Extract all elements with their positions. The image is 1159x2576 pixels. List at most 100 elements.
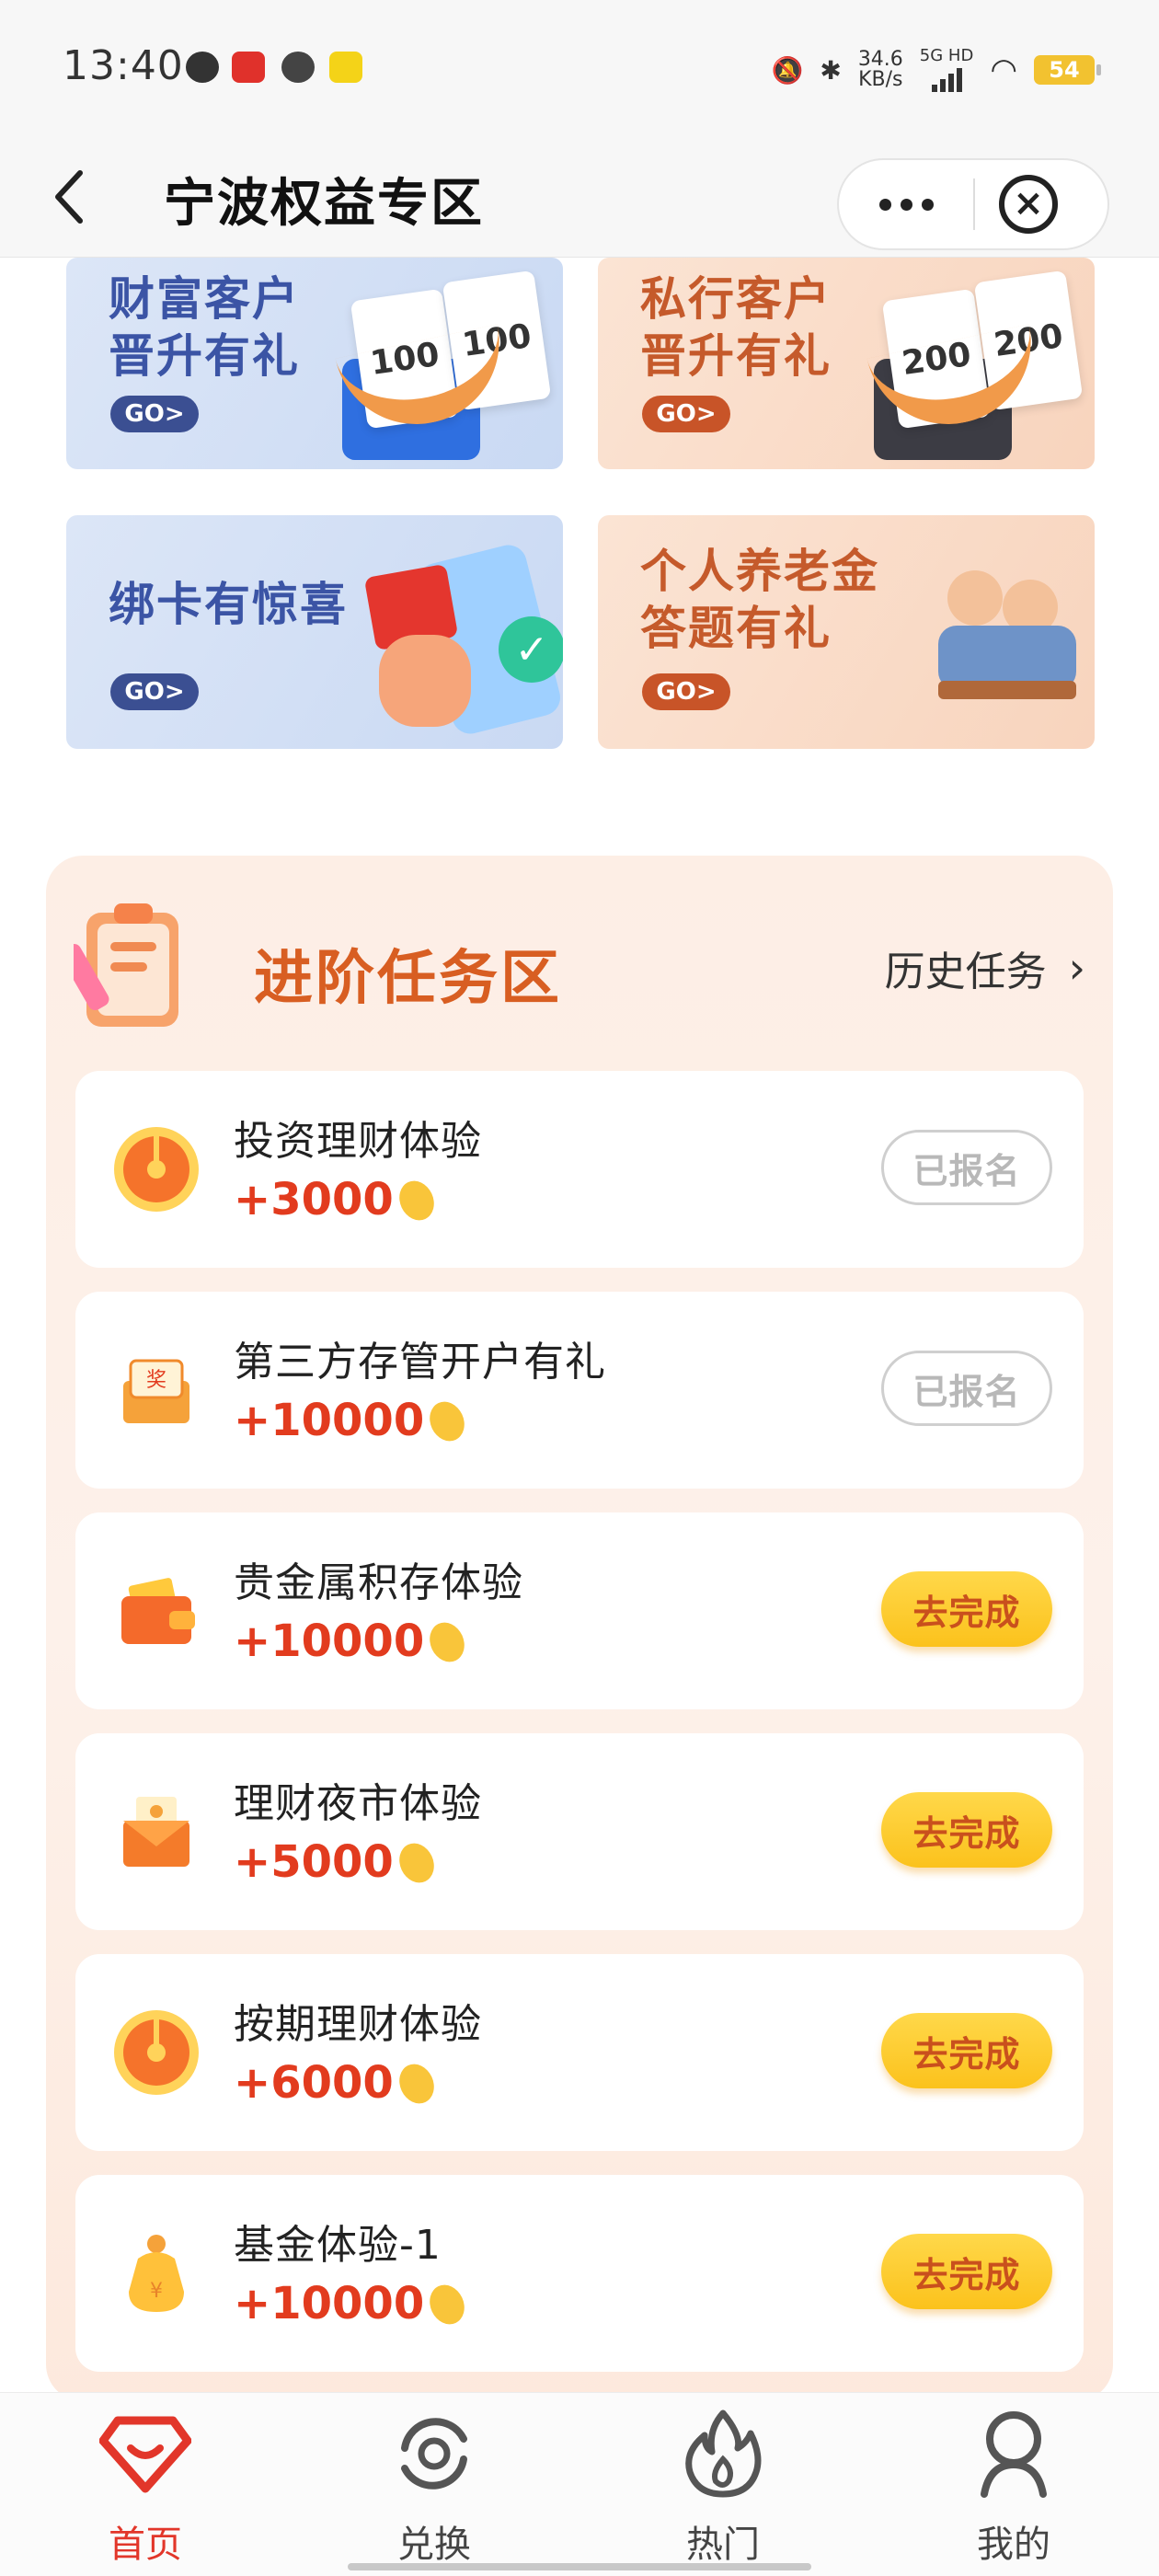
- status-right: 🔕 ✱ 34.6 KB/s 5G HD ◠ 54: [771, 48, 1101, 92]
- more-button[interactable]: [839, 160, 973, 248]
- signal-5g: 5G HD: [920, 48, 973, 92]
- chevron-right-icon: ›: [1068, 943, 1085, 993]
- task-reward: +5000: [234, 1836, 436, 1888]
- task-reward: +10000: [234, 1616, 466, 1667]
- gold-bean-icon: [399, 1843, 434, 1883]
- user-icon: [981, 2411, 1047, 2498]
- task-name: 基金体验-1: [234, 2222, 442, 2269]
- task-name: 第三方存管开户有礼: [234, 1339, 606, 1386]
- tab-hot[interactable]: 热门: [631, 2408, 815, 2573]
- history-tasks-link[interactable]: 历史任务 ›: [885, 938, 1085, 997]
- task-reward: +10000: [234, 2278, 466, 2329]
- banner-title-line1: 私行客户: [640, 272, 832, 326]
- task-reward: +10000: [234, 1395, 466, 1446]
- reward-amount: +10000: [234, 2278, 425, 2329]
- net-speed-value: 34.6: [857, 48, 903, 71]
- task-reward: +6000: [234, 2057, 436, 2109]
- banner-title-line2: 晋升有礼: [109, 329, 300, 383]
- more-dot: [921, 198, 934, 211]
- battery-icon: 54: [1034, 55, 1101, 85]
- banner-go-button[interactable]: GO>: [110, 673, 199, 710]
- exchange-icon: [401, 2418, 467, 2490]
- page-title: 宁波权益专区: [164, 174, 484, 234]
- net-speed-unit: KB/s: [858, 68, 903, 91]
- task-reward: +3000: [234, 1174, 436, 1225]
- banner-title-line2: 答题有礼: [640, 602, 832, 655]
- gold-bean-icon: [430, 1622, 465, 1662]
- banner-go-button[interactable]: GO>: [642, 396, 730, 432]
- banner-title-line2: 晋升有礼: [640, 329, 832, 383]
- close-button[interactable]: ×: [999, 175, 1058, 234]
- bluetooth-icon: ✱: [820, 54, 842, 86]
- task-name: 理财夜市体验: [234, 1780, 482, 1827]
- reward-amount: +6000: [234, 2057, 394, 2109]
- go-complete-button[interactable]: 去完成: [881, 2234, 1052, 2309]
- wechat-icon: [281, 52, 315, 83]
- task-card: 理财夜市体验 +5000 去完成: [75, 1733, 1084, 1930]
- advanced-task-section: 进阶任务区 历史任务 › 投资理财体验 +3000 已报名 奖 第三方存管开户有…: [46, 856, 1113, 2401]
- nav-bar: 宁波权益专区 ×: [0, 138, 1159, 258]
- go-complete-button[interactable]: 去完成: [881, 2013, 1052, 2088]
- envelope-icon: [123, 1797, 189, 1867]
- checkmark-icon: ✓: [499, 616, 563, 683]
- gold-bean-icon: [399, 1180, 434, 1221]
- tab-label: 首页: [109, 2524, 182, 2566]
- flame-icon: [685, 2409, 762, 2498]
- tab-label: 兑换: [397, 2524, 471, 2566]
- more-dot: [900, 198, 912, 211]
- wallet-icon: [121, 1578, 195, 1644]
- mini-program-capsule: ×: [837, 158, 1109, 250]
- gold-bean-icon: [430, 2284, 465, 2325]
- message-bubble-icon: [186, 52, 219, 83]
- section-title: 进阶任务区: [254, 945, 562, 1013]
- svg-text:奖: 奖: [146, 1369, 166, 1392]
- net-speed: 34.6 KB/s: [858, 50, 903, 90]
- home-diamond-icon: [99, 2416, 191, 2493]
- banner-go-button[interactable]: GO>: [642, 673, 730, 710]
- reward-amount: +5000: [234, 1836, 394, 1888]
- svg-text:¥: ¥: [150, 2280, 163, 2303]
- bottom-tab-bar: 首页 兑换 热门 我的: [0, 2392, 1159, 2576]
- registered-button[interactable]: 已报名: [881, 1130, 1052, 1205]
- reward-amount: +10000: [234, 1616, 425, 1667]
- task-card: 按期理财体验 +6000 去完成: [75, 1954, 1084, 2151]
- banner-private-upgrade[interactable]: 私行客户 晋升有礼 GO> 200 200: [598, 258, 1095, 469]
- yellow-app-icon: [329, 52, 362, 83]
- status-bar: 13:40 🔕 ✱ 34.6 KB/s 5G HD ◠ 54: [0, 0, 1159, 138]
- go-complete-button[interactable]: 去完成: [881, 1571, 1052, 1647]
- elderly-couple-illustration-icon: [938, 570, 1076, 708]
- close-circle-icon: ×: [1013, 181, 1044, 224]
- gold-bean-icon: [430, 1401, 465, 1442]
- tab-mine[interactable]: 我的: [922, 2408, 1106, 2573]
- task-card: 投资理财体验 +3000 已报名: [75, 1071, 1084, 1268]
- task-name: 按期理财体验: [234, 2001, 482, 2048]
- back-button[interactable]: [37, 160, 101, 234]
- hand-illustration-icon: [379, 635, 471, 727]
- banner-go-button[interactable]: GO>: [110, 396, 199, 432]
- task-card: ¥ 基金体验-1 +10000 去完成: [75, 2175, 1084, 2372]
- banner-pension-quiz[interactable]: 个人养老金 答题有礼 GO>: [598, 515, 1095, 749]
- reward-amount: +10000: [234, 1395, 425, 1446]
- banner-bind-card[interactable]: 绑卡有惊喜 GO> ✓: [66, 515, 563, 749]
- tab-home[interactable]: 首页: [53, 2408, 237, 2573]
- tab-exchange[interactable]: 兑换: [342, 2408, 526, 2573]
- tab-label: 热门: [686, 2524, 760, 2566]
- go-complete-button[interactable]: 去完成: [881, 1792, 1052, 1868]
- banner-wealth-upgrade[interactable]: 财富客户 晋升有礼 GO> 100 100: [66, 258, 563, 469]
- reward-amount: +3000: [234, 1174, 394, 1225]
- wheel-icon: [114, 1127, 199, 1212]
- task-card: 贵金属积存体验 +10000 去完成: [75, 1512, 1084, 1709]
- money-bag-icon: ¥: [129, 2235, 184, 2312]
- mute-icon: 🔕: [771, 54, 804, 86]
- wheel-icon: [114, 2010, 199, 2095]
- registered-button[interactable]: 已报名: [881, 1351, 1052, 1426]
- home-indicator[interactable]: [348, 2563, 811, 2570]
- gold-bean-icon: [399, 2064, 434, 2104]
- red-app-icon: [232, 52, 265, 83]
- task-card: 奖 第三方存管开户有礼 +10000 已报名: [75, 1292, 1084, 1489]
- wifi-icon: ◠: [990, 52, 1017, 88]
- capsule-divider: [973, 178, 975, 230]
- prize-box-icon: 奖: [123, 1359, 189, 1423]
- clipboard-pencil-icon: [74, 903, 178, 1027]
- task-name: 投资理财体验: [234, 1118, 482, 1165]
